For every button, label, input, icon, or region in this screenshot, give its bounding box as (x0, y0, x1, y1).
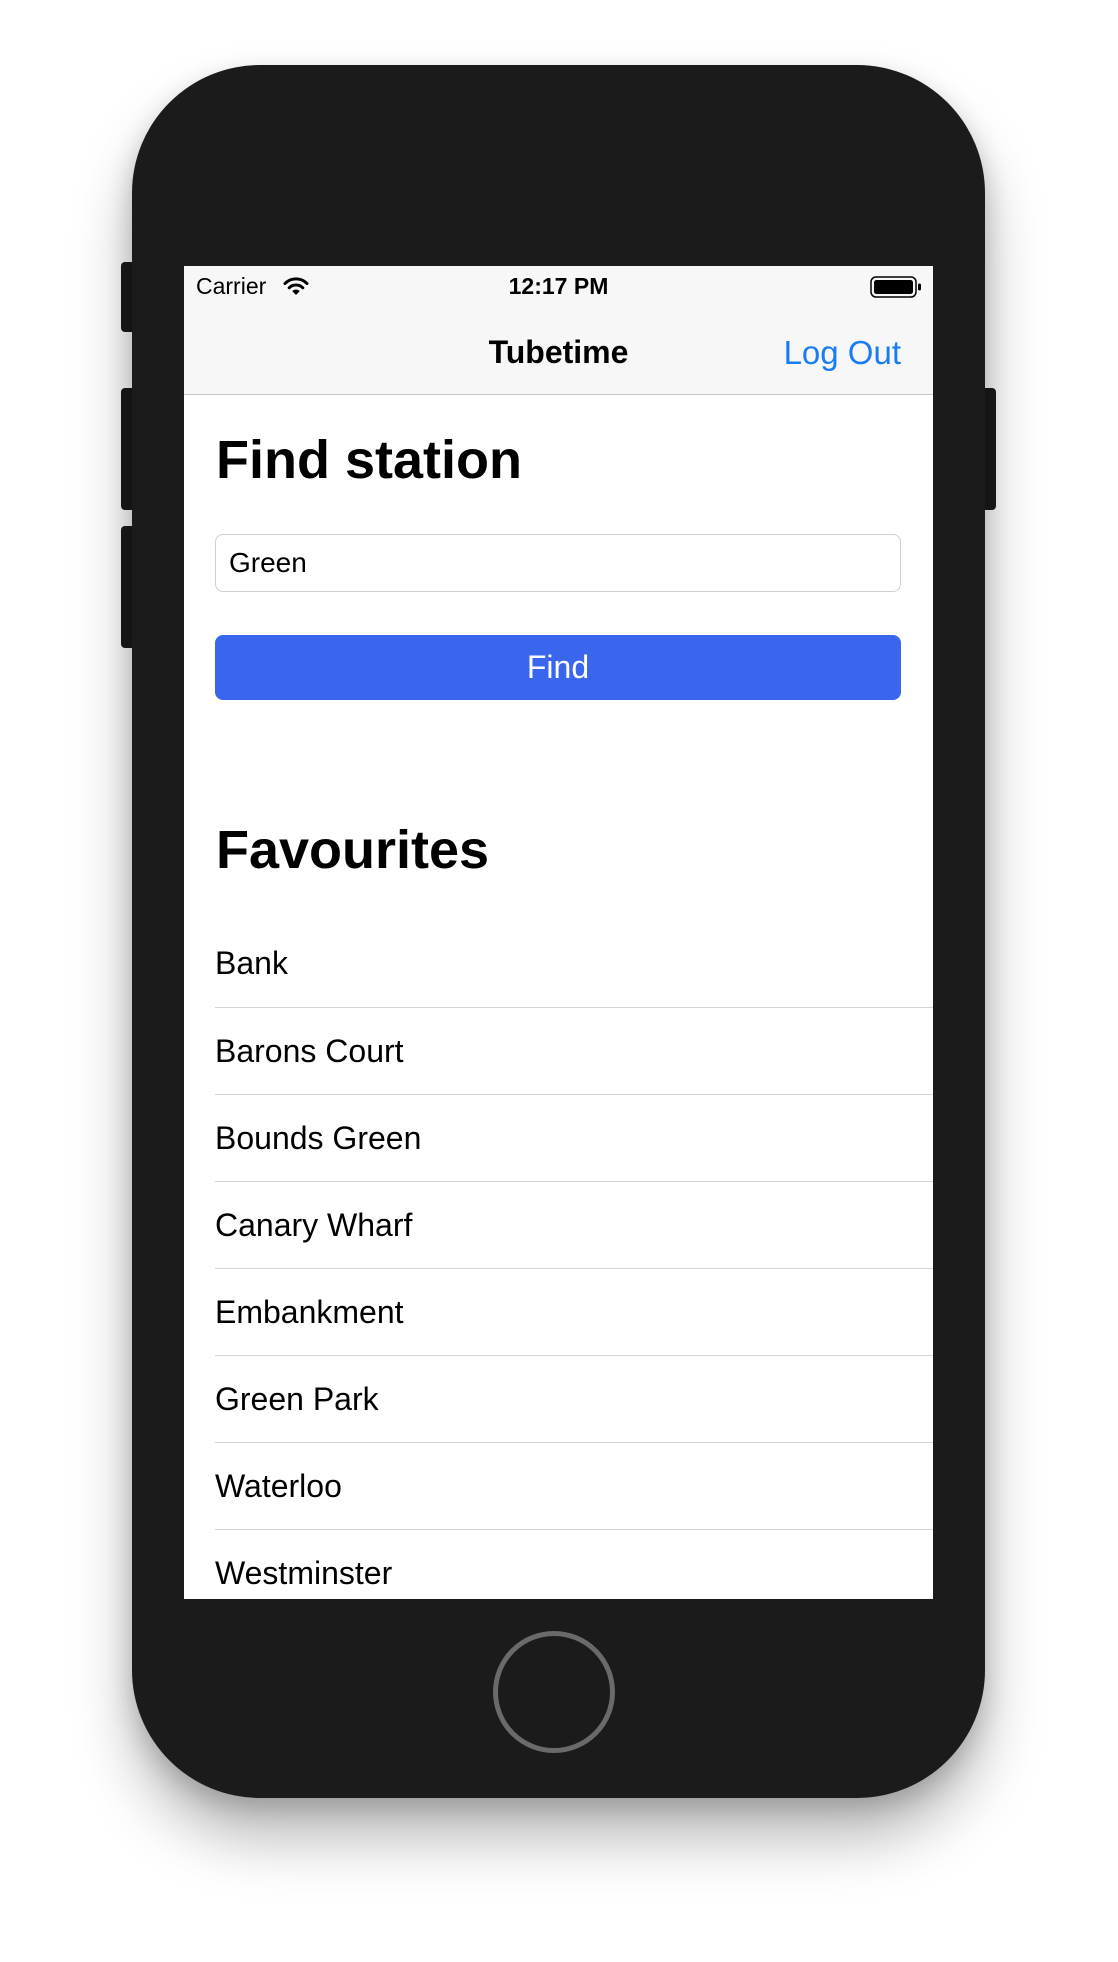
favourite-item[interactable]: Barons Court (215, 1008, 933, 1095)
favourite-item[interactable]: Waterloo (215, 1443, 933, 1530)
favourite-item[interactable]: Canary Wharf (215, 1182, 933, 1269)
favourite-item[interactable]: Embankment (215, 1269, 933, 1356)
favourite-item[interactable]: Bounds Green (215, 1095, 933, 1182)
clock-time: 12:17 PM (508, 273, 609, 299)
battery-full-icon (870, 276, 921, 298)
favourite-item[interactable]: Westminster (215, 1530, 933, 1599)
favourite-item[interactable]: Bank (215, 920, 933, 1008)
favourites-title: Favourites (216, 820, 490, 880)
logout-button[interactable]: Log Out (784, 334, 901, 372)
station-search-input[interactable] (215, 534, 901, 592)
app-screen: Carrier 12:17 PM Tubetime Log Out Find s… (184, 266, 933, 1599)
find-station-title: Find station (216, 430, 522, 490)
favourite-item[interactable]: Green Park (215, 1356, 933, 1443)
status-bar: Carrier 12:17 PM (184, 266, 933, 306)
find-button[interactable]: Find (215, 635, 901, 700)
favourites-list: Bank Barons Court Bounds Green Canary Wh… (215, 920, 933, 1599)
navigation-bar: Tubetime Log Out (184, 306, 933, 395)
home-button-icon[interactable] (493, 1631, 615, 1753)
